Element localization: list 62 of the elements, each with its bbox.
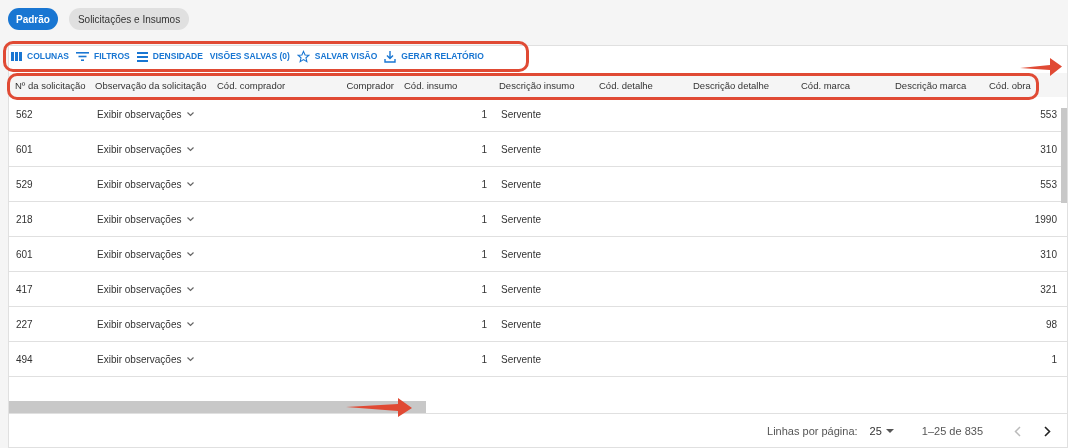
table-cell-text: 529 [16,177,33,192]
toolbar-button[interactable]: VISÕES SALVAS (0) [209,50,290,63]
column-header[interactable]: Nº da solicitação [15,80,86,92]
table-cell-text: 553 [1040,107,1057,122]
table-cell-text: 562 [16,107,33,122]
view-tab[interactable]: Padrão [8,8,58,30]
table-cell-text: 553 [1040,177,1057,192]
table-cell-text: 417 [16,282,33,297]
column-header[interactable]: Comprador [346,80,394,92]
column-header[interactable]: Descrição detalhe [693,80,770,92]
table-cell-text: 310 [1040,247,1057,262]
table-cell-text: 1 [481,247,487,262]
table-cell-text: 1 [1051,352,1057,367]
column-header[interactable]: Cód. detalhe [599,80,653,92]
show-observations-button[interactable]: Exibir observações [97,176,195,192]
show-observations-button[interactable]: Exibir observações [97,281,195,297]
table-cell-text: Servente [501,212,542,227]
table-cell-text: Servente [501,317,542,332]
table-cell-text: 1 [481,317,487,332]
table-cell-text: 321 [1040,282,1057,297]
toolbar-button[interactable]: GERAR RELATÓRIO [384,50,484,63]
show-observations-button[interactable]: Exibir observações [97,316,195,332]
toolbar-button[interactable]: COLUNAS [11,50,70,63]
table-cell-text: Servente [501,352,542,367]
column-header[interactable]: Descrição marca [895,80,967,92]
show-observations-button[interactable]: Exibir observações [97,141,195,157]
column-header[interactable]: Cód. marca [801,80,851,92]
show-observations-button[interactable]: Exibir observações [97,351,195,367]
table-cell-text: Servente [501,107,542,122]
table-cell-text: 218 [16,212,33,227]
table-cell-text: 98 [1045,317,1057,332]
rows-per-page-label: Linhas por página: [767,424,858,440]
toolbar-button[interactable]: FILTROS [76,50,130,63]
table-cell-text: 310 [1040,142,1057,157]
table-cell-text: 1 [481,282,487,297]
page-range: 1–25 de 835 [921,424,983,440]
column-header[interactable]: Cód. insumo [404,80,458,92]
table-cell-text: 1 [481,352,487,367]
column-header[interactable]: Observação da solicitação [95,80,207,92]
column-header[interactable]: Descrição insumo [499,80,575,92]
column-header[interactable]: Cód. comprador [217,80,286,92]
table-cell-text: 601 [16,142,33,157]
table-cell-text: 601 [16,247,33,262]
table-cell-text: 1 [481,177,487,192]
show-observations-button[interactable]: Exibir observações [97,211,195,227]
show-observations-button[interactable]: Exibir observações [97,106,195,122]
table-cell-text: 227 [16,317,33,332]
toolbar-button[interactable]: SALVAR VISÃO [296,50,378,63]
rows-per-page-select[interactable]: 25 [869,423,894,440]
table-cell-text: Servente [501,282,542,297]
table-cell-text: 494 [16,352,33,367]
show-observations-button[interactable]: Exibir observações [97,246,195,262]
table-cell-text: Servente [501,177,542,192]
table-cell-text: 1 [481,107,487,122]
table-cell-text: 1 [481,212,487,227]
table-cell-text: 1990 [1034,212,1057,227]
column-header[interactable]: Cód. obra [989,80,1031,92]
table-cell-text: Servente [501,247,542,262]
toolbar-button[interactable]: DENSIDADE [136,50,203,63]
view-tab[interactable]: Solicitações e Insumos [68,8,190,30]
table-cell-text: 1 [481,142,487,157]
table-cell-text: Servente [501,142,542,157]
